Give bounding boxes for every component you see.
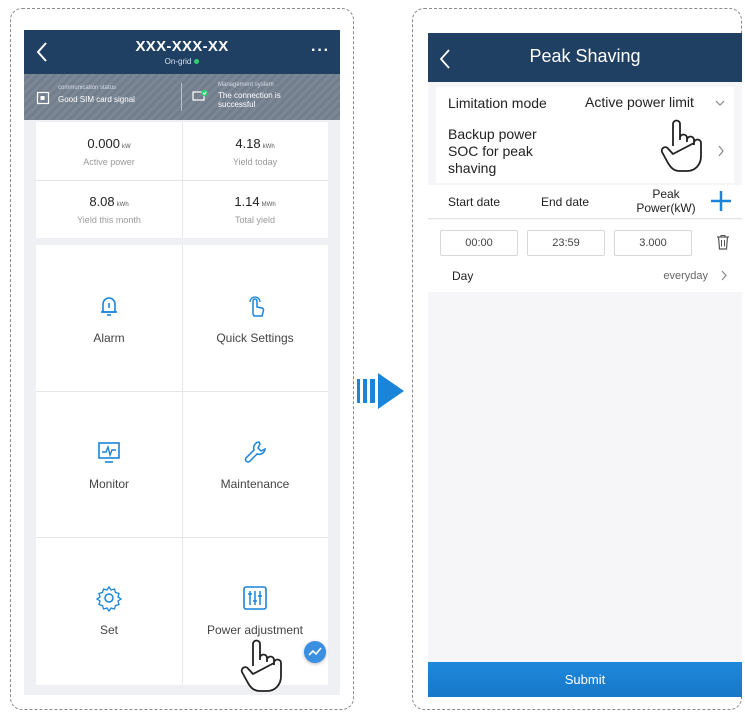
day-select[interactable]: everyday [612,265,732,285]
schedule-row: 00:00 23:59 3.000 Day everyday [428,220,742,292]
backup-label-2: SOC for peak [448,143,533,159]
end-time-field[interactable]: 23:59 [527,230,605,256]
peak-power-field[interactable]: 3.000 [614,230,692,256]
comm-status-value: Good SIM card signal [58,95,135,104]
page-title: Peak Shaving [529,46,641,66]
sim-card-icon [36,91,50,105]
wrench-icon [244,441,266,463]
stat-active-power: 0.000 kW Active power [83,136,135,167]
menu-monitor[interactable]: Monitor [36,391,182,537]
delete-icon[interactable] [716,234,730,250]
menu-alarm[interactable]: Alarm [36,245,182,391]
submit-button[interactable]: Submit [428,662,742,697]
more-icon[interactable]: ··· [311,42,330,60]
online-dot-icon [194,59,200,65]
end-date-header: End date [541,195,590,209]
tap-hand-icon [240,639,282,692]
start-date-header: Start date [448,195,501,209]
backup-label-1: Backup power [448,126,537,142]
limitation-mode-select[interactable]: Active power limit [584,92,734,114]
management-label: Management system [218,82,274,88]
schedule-header: Start date End date Peak Power(kW) [428,185,742,219]
chart-fab-icon[interactable] [304,641,326,663]
chevron-down-icon [715,100,725,106]
monitor-icon [98,442,120,463]
management-value-2: successful [218,100,256,109]
function-menu: Alarm Quick Settings Monitor Maintenance [36,245,328,685]
stat-total-yield: 1.14 MWh Total yield [234,194,276,225]
transition-arrow-icon [357,373,404,409]
status-bar: communication status Good SIM card signa… [24,74,340,120]
grid-status: On-grid [24,57,340,66]
stat-yield-today: 4.18 kWh Yield today [232,136,278,167]
management-value-1: The connection is [218,91,281,100]
sliders-icon [243,586,267,610]
gear-icon [95,585,123,612]
peak-power-header-2: Power(kW) [636,201,696,215]
peak-power-header-1: Peak [652,187,680,201]
stats-panel: 0.000 kW Active power 4.18 kWh Yield today… [36,122,328,238]
day-label: Day [452,269,474,283]
comm-status-label: communication status [58,85,117,91]
limitation-mode-label: Limitation mode [448,95,547,111]
stat-yield-month: 8.08 kWh Yield this month [77,194,141,225]
management-system-icon [192,89,208,101]
start-time-field[interactable]: 00:00 [440,230,518,256]
chevron-right-icon [718,145,724,157]
app-home-screen: XXX-XXX-XX On-grid ··· communication sta… [24,30,340,695]
device-title: XXX-XXX-XX [135,38,229,55]
chevron-right-icon [721,270,727,281]
bell-icon [101,297,117,316]
menu-maintenance[interactable]: Maintenance [182,391,328,537]
menu-set[interactable]: Set [36,537,182,683]
add-schedule-button[interactable] [710,190,732,212]
header-bar: Peak Shaving [428,33,742,82]
header-bar: XXX-XXX-XX On-grid ··· [24,30,340,74]
backup-label-3: shaving [448,160,497,176]
tap-icon [249,296,265,317]
tap-hand-icon [660,119,702,172]
menu-quick-settings[interactable]: Quick Settings [182,245,328,391]
